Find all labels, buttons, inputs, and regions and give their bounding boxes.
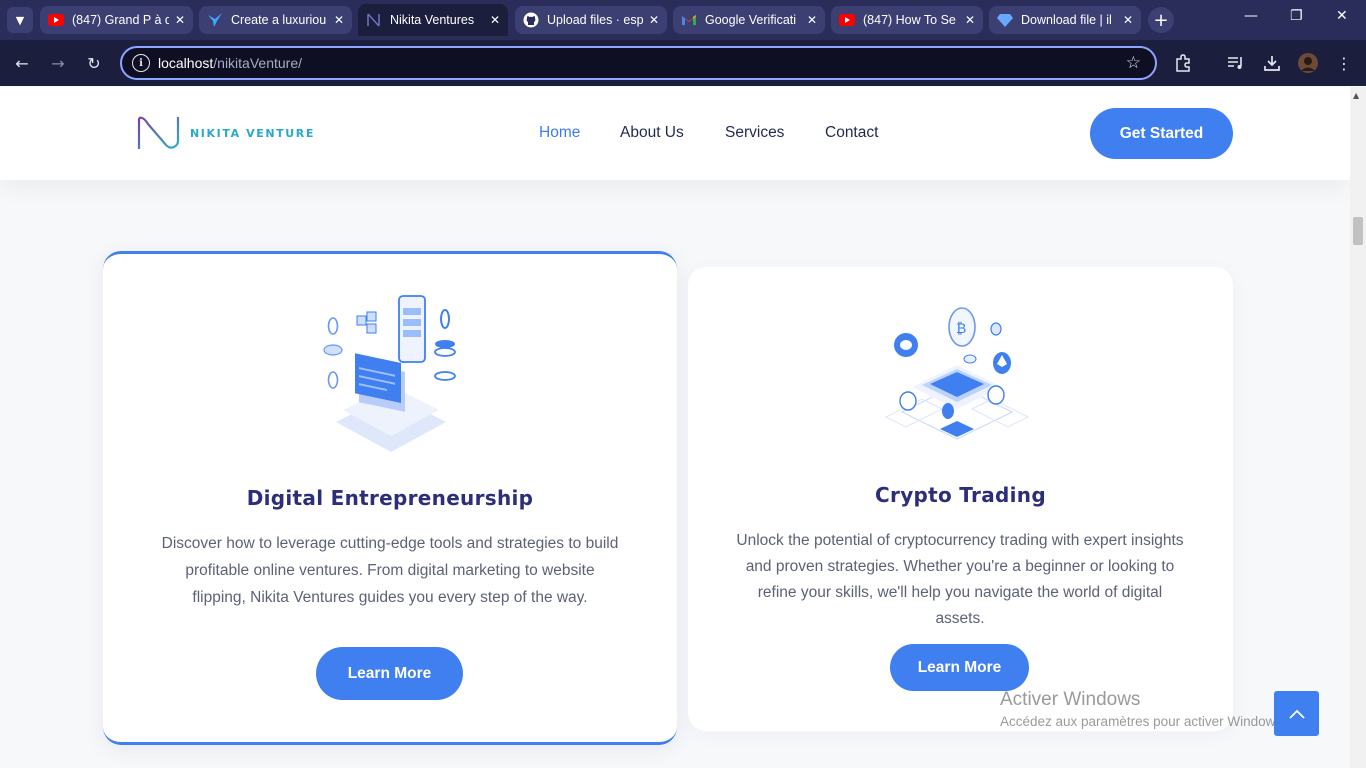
- tab-youtube-grand-p[interactable]: (847) Grand P à d ✕: [40, 6, 193, 34]
- tab-search-button[interactable]: ▼: [7, 7, 33, 33]
- tab-download-file[interactable]: Download file | il ✕: [989, 6, 1141, 34]
- tab-title: (847) How To Se: [863, 13, 956, 27]
- tab-google-verification[interactable]: Google Verificati ✕: [673, 6, 825, 34]
- close-tab-icon[interactable]: ✕: [1123, 13, 1133, 27]
- url-host: localhost: [158, 55, 214, 71]
- close-tab-icon[interactable]: ✕: [334, 13, 344, 27]
- nav-services[interactable]: Services: [725, 124, 784, 142]
- tab-title: Google Verificati: [705, 13, 797, 27]
- nav-about-us[interactable]: About Us: [620, 124, 684, 142]
- tab-title: Upload files · esp: [547, 13, 643, 27]
- chevron-down-icon: ▼: [15, 13, 25, 27]
- tab-nikita-ventures[interactable]: Nikita Ventures ✕: [358, 4, 508, 36]
- svg-text:₿: ₿: [956, 321, 966, 337]
- get-started-button[interactable]: Get Started: [1090, 108, 1233, 159]
- card-title: Crypto Trading: [875, 483, 1046, 507]
- tab-title: Nikita Ventures: [390, 13, 475, 27]
- tab-youtube-how-to[interactable]: (847) How To Se ✕: [831, 6, 983, 34]
- site-logo[interactable]: NIKITA VENTURE: [136, 115, 315, 151]
- gmail-icon: [681, 12, 697, 28]
- bookmark-star-icon[interactable]: ☆: [1126, 53, 1141, 73]
- tab-title: (847) Grand P à d: [72, 13, 169, 27]
- card-description: Discover how to leverage cutting-edge to…: [161, 535, 619, 606]
- tab-upload-files[interactable]: Upload files · esp ✕: [515, 6, 667, 34]
- digital-entrepreneurship-illustration: [323, 295, 456, 452]
- chevron-up-icon: [1288, 709, 1305, 719]
- tab-title: Download file | il: [1021, 13, 1112, 27]
- back-to-top-button[interactable]: [1274, 691, 1319, 736]
- scrollbar-thumb[interactable]: [1353, 217, 1363, 245]
- nav-home[interactable]: Home: [539, 124, 580, 142]
- back-arrow-icon[interactable]: ←: [11, 52, 33, 74]
- bird-icon: [207, 12, 223, 28]
- github-icon: [523, 12, 539, 28]
- logo-mark-icon: [137, 116, 180, 149]
- close-tab-icon[interactable]: ✕: [490, 13, 500, 27]
- diamond-icon: [997, 12, 1013, 28]
- profile-avatar-icon[interactable]: [1297, 52, 1319, 74]
- windows-activation-title: Activer Windows: [1000, 689, 1141, 710]
- site-info-icon[interactable]: i: [132, 54, 150, 72]
- crypto-trading-illustration: ₿: [884, 307, 1030, 440]
- menu-dots-icon[interactable]: ⋮: [1333, 52, 1355, 74]
- close-tab-icon[interactable]: ✕: [649, 13, 659, 27]
- page-viewport: NIKITA VENTURE Home About Us Services Co…: [0, 87, 1350, 768]
- scroll-up-arrow-icon[interactable]: ▲: [1353, 91, 1359, 100]
- service-card-crypto-trading: ₿ Crypto Trading Unlock the potential of…: [688, 267, 1233, 731]
- url-text[interactable]: localhost/nikitaVenture/: [158, 55, 302, 71]
- learn-more-button[interactable]: Learn More: [316, 647, 463, 700]
- close-window-icon[interactable]: ✕: [1336, 8, 1348, 24]
- logo-text: NIKITA VENTURE: [190, 126, 315, 140]
- windows-activation-subtitle: Accédez aux paramètres pour activer Wind…: [1000, 714, 1286, 729]
- card-title: Digital Entrepreneurship: [246, 486, 534, 510]
- learn-more-button[interactable]: Learn More: [890, 644, 1029, 691]
- address-bar[interactable]: i localhost/nikitaVenture/ ☆: [120, 46, 1157, 80]
- site-header: NIKITA VENTURE Home About Us Services Co…: [0, 87, 1350, 180]
- tab-bar: ▼ (847) Grand P à d ✕ Create a luxuriou …: [0, 0, 1366, 40]
- close-tab-icon[interactable]: ✕: [965, 13, 975, 27]
- close-tab-icon[interactable]: ✕: [175, 13, 185, 27]
- service-card-digital-entrepreneurship: Digital Entrepreneurship Discover how to…: [103, 251, 677, 745]
- reload-icon[interactable]: ↻: [83, 52, 105, 74]
- youtube-icon: [48, 12, 64, 28]
- media-control-icon[interactable]: [1225, 52, 1247, 74]
- minimize-icon[interactable]: —: [1244, 8, 1258, 24]
- tab-create-luxurious[interactable]: Create a luxuriou ✕: [199, 6, 352, 34]
- tab-title: Create a luxuriou: [231, 13, 327, 27]
- card-description: Unlock the potential of cryptocurrency t…: [736, 532, 1184, 627]
- download-icon[interactable]: [1261, 52, 1283, 74]
- url-path: /nikitaVenture/: [213, 55, 302, 71]
- page-scrollbar[interactable]: ▲: [1350, 87, 1366, 768]
- youtube-icon: [839, 12, 855, 28]
- nikita-logo-icon: [366, 12, 382, 28]
- forward-arrow-icon[interactable]: →: [47, 52, 69, 74]
- plus-icon: +: [1153, 9, 1169, 31]
- extensions-icon[interactable]: [1172, 52, 1194, 74]
- new-tab-button[interactable]: +: [1148, 7, 1174, 33]
- close-tab-icon[interactable]: ✕: [807, 13, 817, 27]
- nav-contact[interactable]: Contact: [825, 124, 878, 142]
- restore-icon[interactable]: ❐: [1290, 8, 1303, 24]
